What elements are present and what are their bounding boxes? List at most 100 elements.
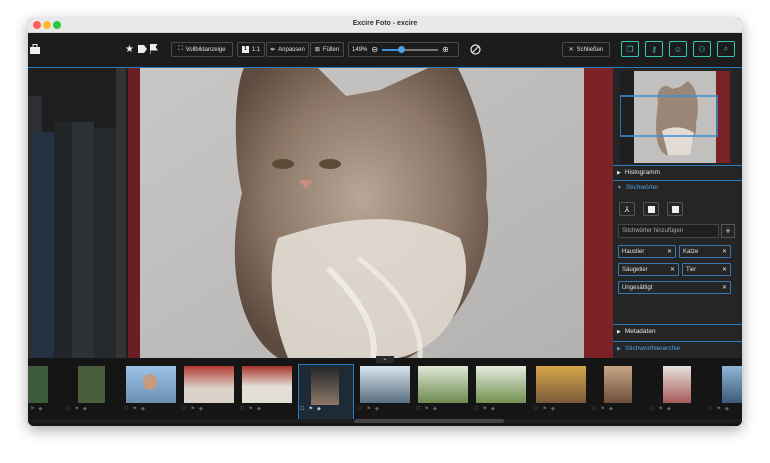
fullscreen-button[interactable]: ⛶ Vollbildanzeige xyxy=(171,42,233,57)
checkbox-icon[interactable]: ☐ xyxy=(474,406,478,414)
label-icon[interactable]: ◆ xyxy=(609,406,613,414)
checkbox-icon[interactable]: ☐ xyxy=(300,406,304,414)
keyword-input[interactable]: Stichwörter hinzufügen xyxy=(618,224,719,238)
face-button[interactable]: ☺ xyxy=(669,41,687,57)
histogram-section-header[interactable]: ▶ Histogramm xyxy=(613,165,742,179)
collapse-filmstrip-icon[interactable]: ⌄ xyxy=(376,356,394,363)
thumbnail[interactable] xyxy=(28,366,48,403)
keyword-tag[interactable]: Säugetier ✕ xyxy=(618,263,679,276)
label-icon[interactable]: ◆ xyxy=(257,406,261,414)
thumbnail-icons: ☐ ⚑ ◆ xyxy=(708,406,729,414)
label-icon[interactable]: ◆ xyxy=(725,406,729,414)
flag-icon[interactable] xyxy=(150,44,158,54)
zoom-slider[interactable] xyxy=(382,45,439,53)
label-icon[interactable]: ◆ xyxy=(551,406,555,414)
briefcase-icon[interactable] xyxy=(30,44,40,54)
ratio-1-1-button[interactable]: 1 1:1 xyxy=(237,42,265,57)
thumbnail[interactable] xyxy=(311,368,339,405)
thumbnail[interactable] xyxy=(418,366,468,403)
app-window: Excire Foto - excire ★ ⛶ Vollbildanzeige… xyxy=(28,18,742,426)
checkbox-icon[interactable]: ☐ xyxy=(358,406,362,414)
main-photo[interactable] xyxy=(28,68,613,358)
keywords-section-header[interactable]: ▼ Stichwörter xyxy=(613,180,742,194)
zoom-out-icon[interactable]: ⊖ xyxy=(371,45,378,54)
thumbnail[interactable] xyxy=(78,366,105,403)
fill-button[interactable]: ⊠ Füllen xyxy=(310,42,344,57)
flag-icon[interactable]: ⚑ xyxy=(190,406,194,414)
checkbox-icon[interactable]: ☐ xyxy=(708,406,712,414)
thumbnail[interactable] xyxy=(242,366,292,403)
star-icon[interactable]: ★ xyxy=(125,44,134,55)
thumbnail-icons: ☐ ⚑ ◆ xyxy=(474,406,495,414)
thumbnail[interactable] xyxy=(184,366,234,403)
label-icon[interactable]: ◆ xyxy=(38,406,42,414)
thumbnail[interactable] xyxy=(536,366,586,403)
label-icon[interactable]: ◆ xyxy=(667,406,671,414)
zoom-slider-handle[interactable] xyxy=(398,45,406,53)
zoom-value: 149% xyxy=(352,46,368,53)
thumbnail[interactable] xyxy=(476,366,526,403)
zoom-in-icon[interactable]: ⊕ xyxy=(442,45,449,54)
label-icon[interactable]: ◆ xyxy=(491,406,495,414)
keyword-tree-button[interactable]: ⅄ xyxy=(619,202,635,216)
flag-icon[interactable]: ⚑ xyxy=(716,406,720,414)
thumbnail[interactable] xyxy=(604,366,632,403)
search-button[interactable]: ⌕ xyxy=(717,41,735,57)
remove-icon[interactable]: ✕ xyxy=(722,248,727,255)
flag-icon[interactable]: ⚑ xyxy=(658,406,662,414)
filmstrip-scrollbar[interactable] xyxy=(28,419,742,423)
label-icon[interactable]: ◆ xyxy=(317,406,321,414)
flag-icon[interactable]: ⚑ xyxy=(542,406,546,414)
thumbnail-icons: ☐ ⚑ ◆ xyxy=(650,406,671,414)
fit-button[interactable]: ⇹ Anpassen xyxy=(266,42,309,57)
remove-icon[interactable]: ✕ xyxy=(667,248,672,255)
remove-icon[interactable]: ✕ xyxy=(722,284,727,291)
people-button[interactable]: ⚇ xyxy=(693,41,711,57)
keyword-tag[interactable]: Katze ✕ xyxy=(679,245,731,258)
key-button[interactable]: ⚷ xyxy=(645,41,663,57)
checkbox-icon[interactable]: ☐ xyxy=(66,406,70,414)
scrollbar-thumb[interactable] xyxy=(354,419,504,423)
metadata-section-header[interactable]: ▶ Metadaten xyxy=(613,324,742,338)
label-icon[interactable]: ◆ xyxy=(375,406,379,414)
remove-icon[interactable]: ✕ xyxy=(722,266,727,273)
checkbox-icon[interactable]: ☐ xyxy=(240,406,244,414)
copy-button[interactable]: ❐ xyxy=(621,41,639,57)
add-keyword-button[interactable]: + xyxy=(721,224,735,238)
title-bar: Excire Foto - excire xyxy=(28,18,742,33)
keyword-tag[interactable]: Ungesättigt ✕ xyxy=(618,281,731,294)
checkbox-icon[interactable]: ☐ xyxy=(534,406,538,414)
keyword-tag[interactable]: Tier ✕ xyxy=(682,263,731,276)
flag-icon[interactable]: ⚑ xyxy=(600,406,604,414)
flag-icon[interactable]: ⚑ xyxy=(366,406,370,414)
keyword-tag[interactable]: Haustier ✕ xyxy=(618,245,676,258)
flag-icon[interactable]: ⚑ xyxy=(482,406,486,414)
label-icon[interactable]: ◆ xyxy=(433,406,437,414)
checkbox-icon[interactable]: ☐ xyxy=(182,406,186,414)
thumbnail[interactable] xyxy=(360,366,410,403)
thumbnail[interactable] xyxy=(722,366,742,403)
navigator-thumbnail[interactable] xyxy=(620,71,730,163)
keyword-export-button[interactable] xyxy=(667,202,683,216)
thumbnail[interactable] xyxy=(663,366,691,403)
checkbox-icon[interactable]: ☐ xyxy=(124,406,128,414)
label-icon[interactable]: ◆ xyxy=(83,406,87,414)
label-icon[interactable]: ◆ xyxy=(199,406,203,414)
flag-icon[interactable]: ⚑ xyxy=(248,406,252,414)
checkbox-icon[interactable]: ☐ xyxy=(650,406,654,414)
flag-icon[interactable]: ⚑ xyxy=(74,406,78,414)
hierarchy-section-header[interactable]: ▶ Stichworthierarchie xyxy=(613,341,742,355)
label-icon[interactable] xyxy=(138,45,147,53)
flag-icon[interactable]: ⚑ xyxy=(424,406,428,414)
thumbnail[interactable] xyxy=(126,366,176,403)
flag-icon[interactable]: ⚑ xyxy=(132,406,136,414)
checkbox-icon[interactable]: ☐ xyxy=(416,406,420,414)
keyword-import-button[interactable] xyxy=(643,202,659,216)
flag-icon[interactable]: ⚑ xyxy=(30,406,34,414)
rotate-icon[interactable] xyxy=(470,44,481,55)
close-view-button[interactable]: ✕ Schließen xyxy=(562,42,610,57)
flag-icon[interactable]: ⚑ xyxy=(308,406,312,414)
remove-icon[interactable]: ✕ xyxy=(670,266,675,273)
checkbox-icon[interactable]: ☐ xyxy=(592,406,596,414)
label-icon[interactable]: ◆ xyxy=(141,406,145,414)
